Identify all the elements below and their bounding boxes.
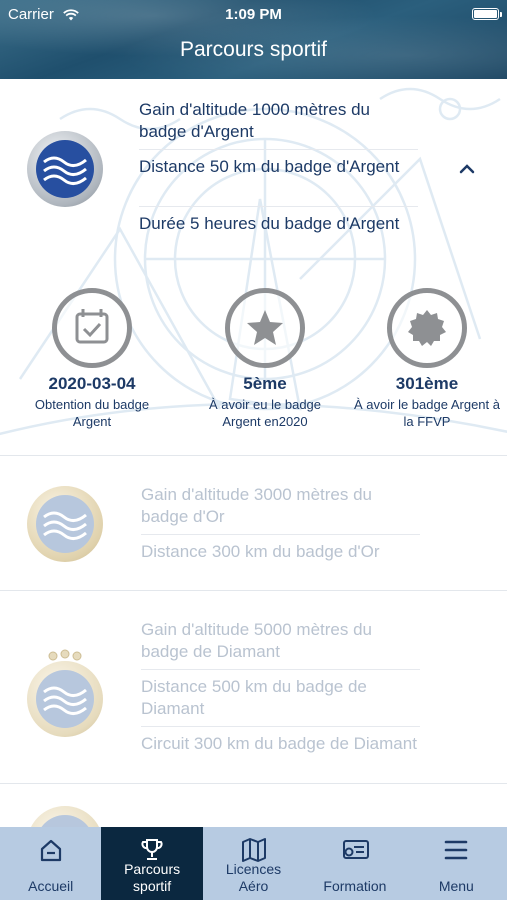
diamant-badge-icon bbox=[27, 661, 103, 737]
stat-label: À avoir eu le badge Argent en2020 bbox=[208, 397, 322, 429]
badge-card-diamant[interactable]: Gain d'altitude 5000 mètres du badge de … bbox=[0, 591, 507, 784]
tab-formation[interactable]: Formation bbox=[304, 827, 405, 900]
diamond-crown-icon bbox=[48, 649, 82, 661]
stat-obtention: 2020-03-04 Obtention du badge Argent bbox=[17, 288, 167, 430]
seal-icon bbox=[387, 288, 467, 368]
stat-rank-ffvp: 301ème À avoir le badge Argent à la FFVP bbox=[352, 288, 502, 430]
tab-label: Parcours sportif bbox=[124, 861, 181, 894]
badge-card-argent[interactable]: Gain d'altitude 1000 mètres du badge d'A… bbox=[0, 79, 507, 456]
divider bbox=[139, 206, 418, 207]
badge-requirement[interactable]: Gain d'altitude 5000 mètres du badge de … bbox=[141, 619, 411, 663]
tab-bar: Accueil Parcours sportif Licences Aéro F… bbox=[0, 827, 507, 900]
tab-label: Licences Aéro bbox=[225, 861, 282, 894]
badge-requirement[interactable]: Distance 500 km du badge de Diamant bbox=[141, 676, 411, 720]
tab-label: Formation bbox=[323, 878, 387, 894]
badge-requirement[interactable]: Gain d'altitude 1000 mètres du badge d'A… bbox=[139, 99, 419, 143]
home-icon bbox=[38, 837, 64, 866]
divider bbox=[141, 726, 420, 727]
divider bbox=[141, 534, 420, 535]
divider bbox=[141, 669, 420, 670]
badge-requirement[interactable]: Distance 50 km du badge d'Argent bbox=[139, 156, 419, 178]
battery-icon bbox=[472, 8, 502, 20]
next-badge-icon bbox=[27, 806, 103, 827]
argent-badge-icon bbox=[27, 131, 103, 207]
status-bar: Carrier 1:09 PM bbox=[0, 6, 507, 24]
content-scroll[interactable]: Gain d'altitude 1000 mètres du badge d'A… bbox=[0, 79, 507, 827]
badge-card-or[interactable]: Gain d'altitude 3000 mètres du badge d'O… bbox=[0, 456, 507, 591]
tab-parcours-sportif[interactable]: Parcours sportif bbox=[101, 827, 203, 900]
page-title: Parcours sportif bbox=[179, 38, 328, 61]
badge-requirement[interactable]: Durée 5 heures du badge d'Argent bbox=[139, 213, 439, 235]
hamburger-menu-icon bbox=[443, 837, 469, 866]
badge-card-next[interactable] bbox=[0, 784, 507, 827]
badge-requirement[interactable]: Gain d'altitude 3000 mètres du badge d'O… bbox=[141, 484, 411, 528]
stat-value: 2020-03-04 bbox=[48, 374, 136, 393]
stat-rank-year: 5ème À avoir eu le badge Argent en2020 bbox=[190, 288, 340, 430]
tab-accueil[interactable]: Accueil bbox=[0, 827, 101, 900]
tab-label: Menu bbox=[438, 878, 474, 894]
divider bbox=[139, 149, 418, 150]
tab-licences-aero[interactable]: Licences Aéro bbox=[203, 827, 304, 900]
stat-label: À avoir le badge Argent à la FFVP bbox=[354, 397, 500, 429]
stat-value: 5ème bbox=[243, 374, 287, 393]
chevron-up-icon[interactable] bbox=[457, 159, 477, 179]
certificate-icon bbox=[340, 837, 370, 866]
badge-requirement[interactable]: Distance 300 km du badge d'Or bbox=[141, 541, 431, 563]
stat-value: 301ème bbox=[395, 374, 459, 393]
or-badge-icon bbox=[27, 486, 103, 562]
star-icon bbox=[225, 288, 305, 368]
badge-requirement[interactable]: Circuit 300 km du badge de Diamant bbox=[141, 733, 451, 755]
status-time: 1:09 PM bbox=[225, 6, 282, 23]
calendar-check-icon bbox=[52, 288, 132, 368]
tab-label: Accueil bbox=[28, 878, 74, 894]
stat-label: Obtention du badge Argent bbox=[34, 397, 150, 429]
tab-menu[interactable]: Menu bbox=[406, 827, 507, 900]
top-bar: Carrier 1:09 PM Parcours sportif bbox=[0, 0, 507, 79]
